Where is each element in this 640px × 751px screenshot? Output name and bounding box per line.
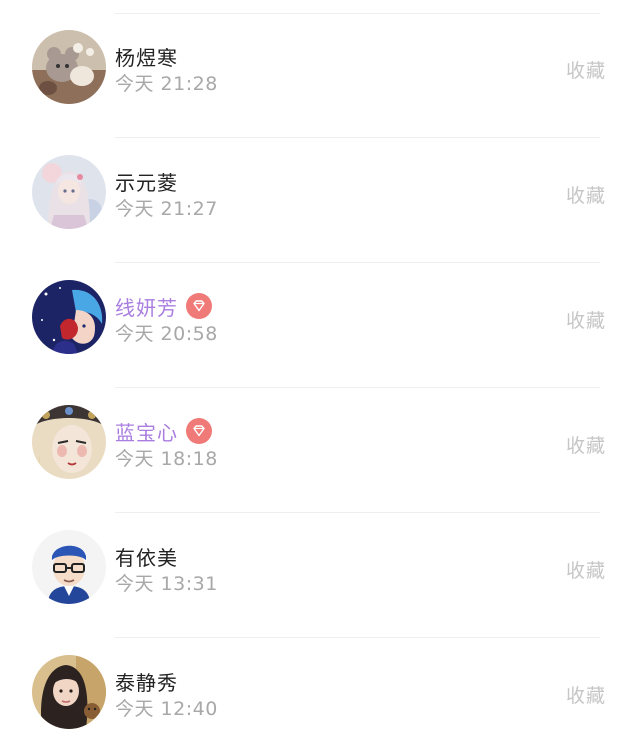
- avatar-cartoon-boy-glasses-icon[interactable]: [32, 530, 106, 604]
- contact-name: 蓝宝心: [115, 420, 178, 445]
- timestamp: 今天 18:18: [115, 448, 218, 470]
- list-item[interactable]: 示元菱 今天 21:27 收藏: [0, 138, 640, 262]
- contact-name: 示元菱: [115, 170, 178, 195]
- list-item[interactable]: 杨煜寒 今天 21:28 收藏: [0, 13, 640, 137]
- timestamp: 今天 13:31: [115, 573, 218, 595]
- contact-name: 杨煜寒: [115, 45, 178, 70]
- vip-diamond-icon: [186, 418, 212, 444]
- avatar-anime-girl-pink-icon[interactable]: [32, 155, 106, 229]
- timestamp: 今天 21:28: [115, 73, 218, 95]
- name-line: 示元菱: [115, 166, 178, 196]
- timestamp: 今天 20:58: [115, 323, 218, 345]
- collect-button[interactable]: 收藏: [566, 306, 606, 333]
- collect-button[interactable]: 收藏: [566, 181, 606, 208]
- list-item[interactable]: 泰静秀 今天 12:40 收藏: [0, 638, 640, 751]
- name-line: 蓝宝心: [115, 416, 212, 446]
- timestamp: 今天 21:27: [115, 198, 218, 220]
- avatar-anime-blue-hair-icon[interactable]: [32, 280, 106, 354]
- contact-name: 线妍芳: [115, 295, 178, 320]
- list-item[interactable]: 有依美 今天 13:31 收藏: [0, 513, 640, 637]
- list-item[interactable]: 线妍芳 今天 20:58 收藏: [0, 263, 640, 387]
- name-line: 有依美: [115, 541, 178, 571]
- vip-diamond-icon: [186, 293, 212, 319]
- name-line: 线妍芳: [115, 291, 212, 321]
- collect-button[interactable]: 收藏: [566, 556, 606, 583]
- contact-list: 杨煜寒 今天 21:28 收藏 示元菱 今天 21:27 收藏 线妍芳 今天 2…: [0, 0, 640, 751]
- collect-button[interactable]: 收藏: [566, 681, 606, 708]
- collect-button[interactable]: 收藏: [566, 56, 606, 83]
- collect-button[interactable]: 收藏: [566, 431, 606, 458]
- name-line: 泰静秀: [115, 666, 178, 696]
- avatar-opera-face-icon[interactable]: [32, 405, 106, 479]
- contact-name: 有依美: [115, 545, 178, 570]
- contact-name: 泰静秀: [115, 670, 178, 695]
- name-line: 杨煜寒: [115, 41, 178, 71]
- avatar-girl-photo-icon[interactable]: [32, 655, 106, 729]
- list-item[interactable]: 蓝宝心 今天 18:18 收藏: [0, 388, 640, 512]
- timestamp: 今天 12:40: [115, 698, 218, 720]
- avatar-plush-toys-icon[interactable]: [32, 30, 106, 104]
